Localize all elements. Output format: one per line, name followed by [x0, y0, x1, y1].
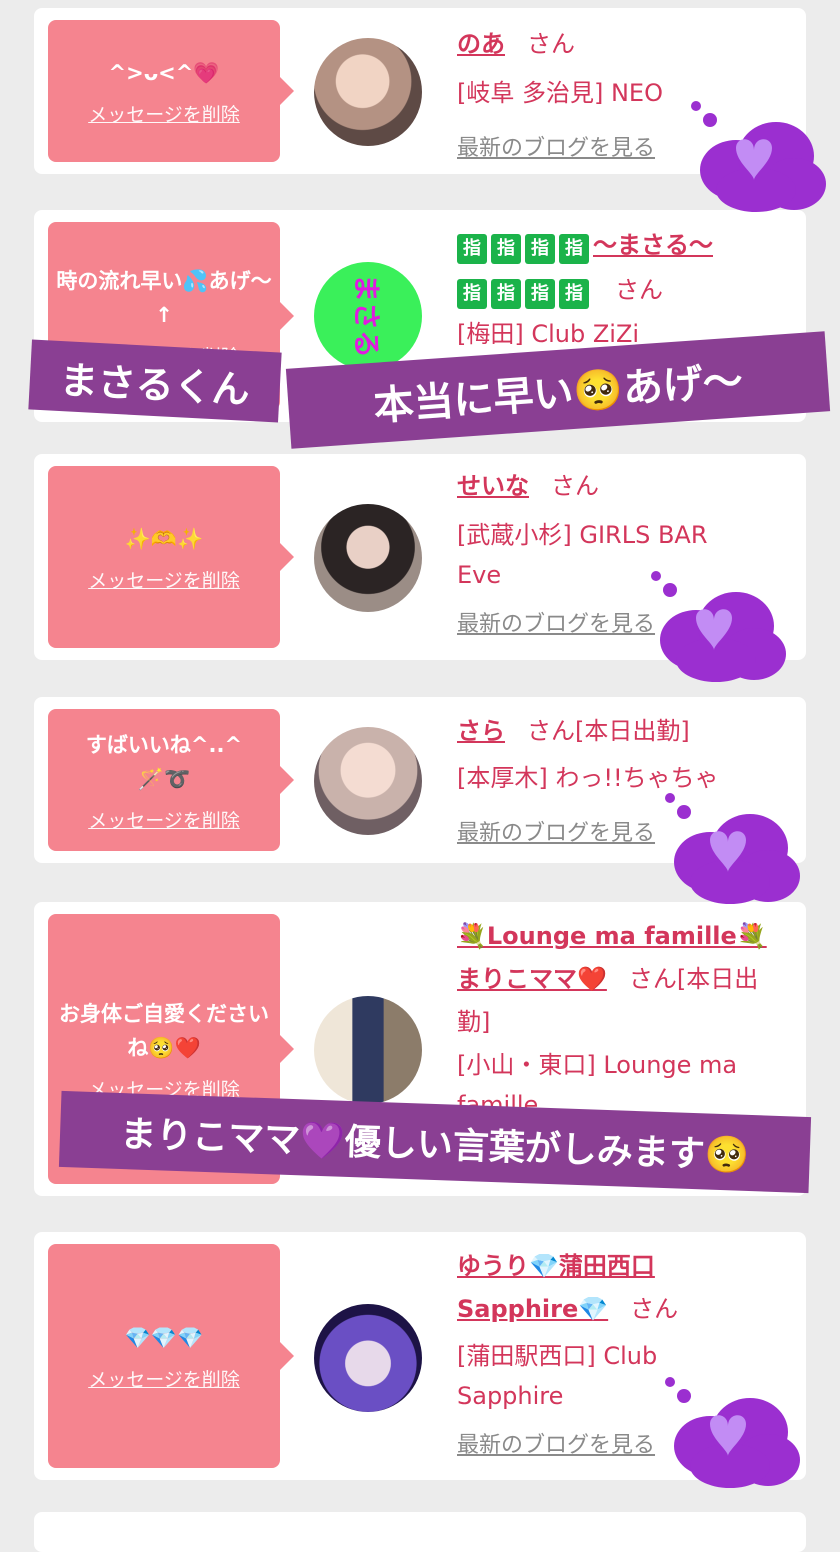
purple-heart-cloud-icon: [691, 101, 826, 212]
cast-name-link[interactable]: さら: [457, 717, 505, 745]
message-text: ✨🫶✨: [124, 526, 204, 551]
san-label: さん: [615, 276, 663, 304]
message-text: ^>ᴗ<^💗: [108, 60, 220, 85]
today-status: [本日出勤]: [575, 717, 690, 745]
message-text: 💎💎💎: [124, 1325, 204, 1350]
finger-icon: 指: [559, 278, 589, 309]
san-label: さん: [630, 1295, 679, 1323]
finger-icon: 指: [457, 233, 487, 264]
cast-name-link[interactable]: ゆうり💎蒲田西口 Sapphire💎: [457, 1252, 655, 1323]
avatar[interactable]: [314, 38, 422, 146]
avatar[interactable]: [314, 727, 422, 835]
avatar[interactable]: まさる: [314, 262, 422, 370]
caption-overlay: まさるくん: [28, 339, 282, 423]
san-label: さん: [551, 472, 599, 500]
avatar[interactable]: [314, 1304, 422, 1412]
message-bubble: すばいいね^..^🪄➰ メッセージを削除: [48, 709, 294, 851]
avatar-text: まさる: [349, 273, 383, 359]
avatar[interactable]: [314, 996, 422, 1104]
message-bubble: 💎💎💎 メッセージを削除: [48, 1244, 294, 1468]
message-bubble: ✨🫶✨ メッセージを削除: [48, 466, 294, 648]
san-label: さん: [527, 30, 575, 58]
avatar[interactable]: [314, 504, 422, 612]
finger-icon: 指: [559, 233, 589, 264]
cast-name-link[interactable]: のあ: [457, 30, 505, 58]
cast-name-line1[interactable]: 💐Lounge ma famille💐: [457, 922, 767, 950]
message-text: 時の流れ早い💦あげ〜↑: [56, 268, 272, 327]
delete-message-link[interactable]: メッセージを削除: [88, 1365, 240, 1392]
message-card: [34, 1512, 806, 1552]
purple-heart-cloud-icon: [665, 1377, 800, 1488]
san-label: さん: [527, 717, 575, 745]
finger-icon: 指: [457, 278, 487, 309]
delete-message-link[interactable]: メッセージを削除: [88, 566, 240, 593]
cast-name-link[interactable]: せいな: [457, 472, 529, 500]
message-bubble: ^>ᴗ<^💗 メッセージを削除: [48, 20, 294, 162]
finger-icon: 指: [491, 278, 521, 309]
delete-message-link[interactable]: メッセージを削除: [88, 806, 240, 833]
cast-name-link[interactable]: 〜まさる〜: [593, 231, 713, 259]
message-text: お身体ご自愛くださいね🥺❤️: [59, 1001, 269, 1060]
purple-heart-cloud-icon: [665, 793, 800, 904]
message-text: すばいいね^..^🪄➰: [85, 732, 243, 791]
cast-name-link[interactable]: まりこママ❤️: [457, 965, 607, 993]
purple-heart-cloud-icon: [651, 571, 786, 682]
finger-icon: 指: [491, 233, 521, 264]
delete-message-link[interactable]: メッセージを削除: [88, 100, 240, 127]
finger-icon: 指: [525, 233, 555, 264]
san-label: さん: [628, 965, 677, 993]
finger-icon: 指: [525, 278, 555, 309]
